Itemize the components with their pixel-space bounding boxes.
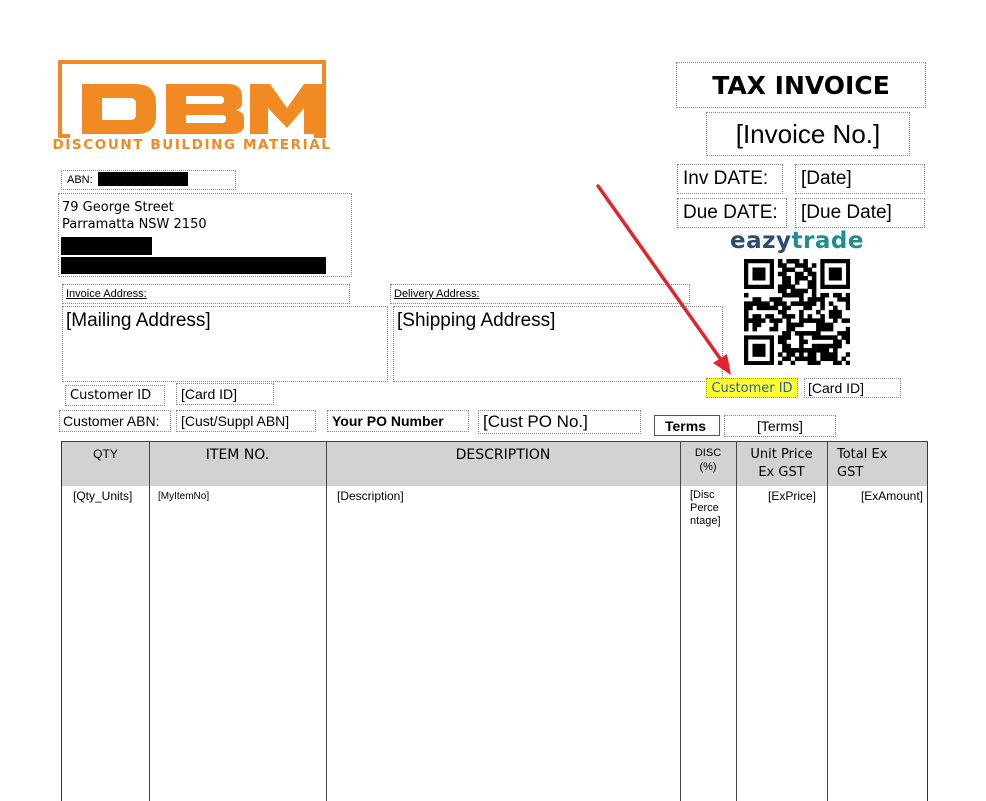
eazytrade-logo-part-2: trade [791,228,864,254]
delivery-address-value: [Shipping Address] [397,310,556,331]
terms-value-box: [Terms] [724,415,836,437]
inv-date-value: [Date] [801,168,852,189]
header-total: Total Ex GST [837,447,888,480]
abn-label: ABN: [67,174,93,186]
eazytrade-logo-part-1: eazy [730,228,792,254]
logo-tagline: DISCOUNT BUILDING MATERIAL [52,137,332,153]
cell-qty: [Qty_Units] [73,489,133,503]
delivery-address-label-box: Delivery Address: [390,284,690,304]
abn-redacted [98,172,188,186]
eazytrade-customer-id-label: Customer ID [706,378,798,398]
invoice-address-label: Invoice Address: [66,288,147,300]
cell-unit-price: [ExPrice] [767,489,816,503]
invoice-number: [Invoice No.] [706,112,910,156]
header-item-no: ITEM NO. [205,447,270,463]
qr-code-icon [744,259,850,365]
eazytrade-card-id-box: [Card ID] [804,378,901,398]
column-divider [680,441,681,801]
delivery-address-box: [Shipping Address] [393,306,723,382]
column-divider [149,441,150,801]
po-value-box: [Cust PO No.] [478,410,641,434]
abn-field: ABN: [61,170,236,190]
company-logo [58,60,326,138]
cell-description: [Description] [337,489,404,503]
header-description: DESCRIPTION [455,447,551,463]
eazytrade-logo: eazytrade [722,227,872,255]
terms-value: [Terms] [757,418,803,434]
terms-label-box: Terms [654,415,720,436]
delivery-address-label: Delivery Address: [394,288,480,300]
header-unit-price: Unit Price Ex GST [750,447,813,480]
customer-id-label-box: Customer ID [65,385,165,406]
po-value: [Cust PO No.] [483,412,588,431]
customer-id-value-box: [Card ID] [176,383,274,405]
due-date-value: [Due Date] [801,202,892,223]
po-label: Your PO Number [332,413,444,429]
company-address-box: 79 George Street Parramatta NSW 2150 [58,193,352,277]
column-divider [736,441,737,801]
customer-id-value: [Card ID] [181,386,238,402]
inv-date-value-box: [Date] [795,164,925,194]
customer-abn-label-box: Customer ABN: [59,410,171,432]
inv-date-label: Inv DATE: [683,168,769,189]
address-redacted-1 [61,237,152,255]
header-disc: DISC (%) [694,447,722,473]
tax-invoice-title: TAX INVOICE [676,62,926,108]
terms-label: Terms [665,417,706,434]
invoice-address-box: [Mailing Address] [62,306,388,382]
cell-total: [ExAmount] [860,489,923,503]
eazytrade-customer-id-text: Customer ID [711,380,793,396]
due-date-label: Due DATE: [683,202,778,223]
po-label-box: Your PO Number [327,410,469,432]
customer-id-label: Customer ID [70,388,152,403]
customer-abn-value: [Cust/Suppl ABN] [181,413,290,429]
address-redacted-2 [61,257,326,274]
invoice-address-value: [Mailing Address] [66,310,211,331]
due-date-value-box: [Due Date] [795,198,925,228]
header-qty: QTY [93,447,118,461]
customer-abn-value-box: [Cust/Suppl ABN] [176,410,316,432]
line-items-table: QTY ITEM NO. DESCRIPTION DISC (%) Unit P… [61,441,928,801]
address-line-2: Parramatta NSW 2150 [62,217,207,232]
column-divider [827,441,828,801]
inv-date-label-box: Inv DATE: [677,164,783,194]
cell-item-no: [MyItemNo] [158,491,210,502]
eazytrade-card-id-value: [Card ID] [808,380,865,396]
column-divider [326,441,327,801]
invoice-address-label-box: Invoice Address: [62,284,350,304]
due-date-label-box: Due DATE: [677,198,787,228]
customer-abn-label: Customer ABN: [63,413,160,429]
address-line-1: 79 George Street [62,200,174,215]
cell-disc: [Disc Perce ntage] [690,489,721,527]
